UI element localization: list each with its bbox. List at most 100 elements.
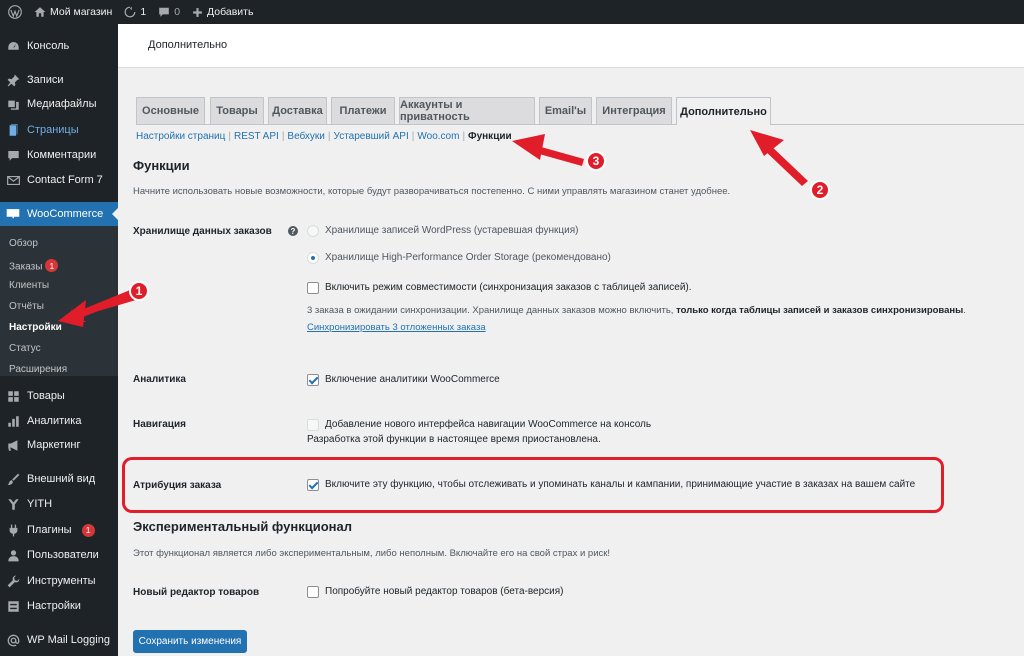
- compat-mode-label: Включить режим совместимости (синхрониза…: [325, 282, 692, 293]
- sync-orders-link[interactable]: Синхронизировать 3 отложенных заказа: [307, 322, 486, 333]
- storage-radio-hpos[interactable]: [307, 252, 319, 264]
- submenu-item-orders[interactable]: Заказы 1: [9, 259, 59, 273]
- sidebar-item-media[interactable]: Медиафайлы: [0, 92, 118, 116]
- subnav-legacy-api[interactable]: Устаревший API: [334, 131, 409, 142]
- attribution-option-label: Включите эту функцию, чтобы отслеживать …: [325, 479, 916, 490]
- settings-icon: [7, 600, 19, 612]
- annotation-arrow-2: [762, 143, 808, 186]
- sidebar-item-contact-form[interactable]: Contact Form 7: [0, 168, 118, 192]
- product-editor-label: Новый редактор товаров: [133, 587, 260, 598]
- subnav-webhooks[interactable]: Вебхуки: [287, 131, 324, 142]
- storage-label: Хранилище данных заказов: [133, 226, 272, 237]
- compat-mode-checkbox[interactable]: [307, 282, 319, 294]
- admin-bar: Мой магазин 1 0 Добавить: [0, 0, 1024, 24]
- annotation-arrow-3: [532, 145, 584, 166]
- sidebar-item-settings[interactable]: Настройки: [0, 594, 118, 618]
- analytics-checkbox[interactable]: [307, 374, 319, 386]
- sync-info: 3 заказа в ожидании синхронизации. Храни…: [307, 305, 966, 316]
- wrench-icon: [7, 575, 19, 587]
- yith-icon: [7, 498, 19, 510]
- product-editor-option-label: Попробуйте новый редактор товаров (бета-…: [325, 586, 564, 597]
- media-icon: [7, 100, 19, 110]
- plugin-icon: [9, 524, 17, 536]
- woocommerce-submenu: Обзор Заказы 1 Клиенты Отчёты Настройки С…: [0, 226, 118, 376]
- subnav-features[interactable]: Функции: [468, 131, 512, 142]
- sidebar-item-wp-mail-logging[interactable]: WP Mail Logging: [0, 628, 118, 652]
- comment-icon: [7, 150, 19, 161]
- attribution-label: Атрибуция заказа: [133, 480, 222, 491]
- submenu-item-reports[interactable]: Отчёты: [9, 301, 44, 312]
- tab-emails[interactable]: Email'ы: [539, 97, 592, 124]
- experimental-title: Экспериментальный функционал: [133, 519, 352, 534]
- sidebar-item-appearance[interactable]: Внешний вид: [0, 467, 118, 491]
- site-name-link[interactable]: Мой магазин: [28, 0, 118, 24]
- sidebar-item-users[interactable]: Пользователи: [0, 543, 118, 567]
- analytics-label: Аналитика: [133, 374, 186, 385]
- subnav-page-setup[interactable]: Настройки страниц: [136, 131, 225, 142]
- current-menu-arrow: [112, 208, 118, 220]
- annotation-marker-1: 1: [129, 281, 149, 301]
- plugins-badge: 1: [81, 523, 95, 537]
- pin-icon: [7, 74, 19, 86]
- updates-icon: [124, 6, 136, 18]
- sidebar-item-tools[interactable]: Инструменты: [0, 569, 118, 593]
- sidebar-item-yith[interactable]: YITH: [0, 492, 118, 516]
- megaphone-icon: [7, 439, 17, 451]
- sidebar-item-products[interactable]: Товары: [0, 384, 118, 408]
- tab-general[interactable]: Основные: [136, 97, 205, 124]
- sidebar-item-marketing[interactable]: Маркетинг: [0, 433, 118, 457]
- sub-navigation: Настройки страниц | REST API | Вебхуки | Устар…: [136, 131, 512, 142]
- save-changes-button[interactable]: Сохранить изменения: [133, 630, 247, 653]
- dashboard-icon: [7, 41, 19, 50]
- attribution-checkbox[interactable]: [307, 479, 319, 491]
- mail-icon: [6, 175, 20, 185]
- svg-text:1: 1: [136, 284, 143, 298]
- tab-advanced[interactable]: Дополнительно: [676, 97, 771, 125]
- comments-count: 0: [174, 6, 181, 18]
- submenu-item-overview[interactable]: Обзор: [9, 238, 38, 249]
- sidebar-item-woocommerce[interactable]: WooCommerce: [0, 202, 118, 226]
- tab-products[interactable]: Товары: [210, 97, 264, 124]
- orders-badge: 1: [45, 259, 59, 272]
- updates-link[interactable]: 1: [118, 0, 152, 24]
- sidebar-item-dashboard[interactable]: Консоль: [0, 34, 118, 58]
- tab-integration[interactable]: Интеграция: [596, 97, 672, 124]
- sidebar-item-posts[interactable]: Записи: [0, 68, 118, 92]
- updates-count: 1: [140, 6, 147, 18]
- submenu-item-extensions[interactable]: Расширения: [9, 364, 67, 375]
- annotation-marker-3: 3: [586, 151, 606, 171]
- subnav-rest-api[interactable]: REST API: [234, 131, 279, 142]
- storage-radio-wordpress[interactable]: [307, 225, 319, 237]
- sidebar-item-pages[interactable]: Страницы: [0, 118, 118, 142]
- analytics-icon: [7, 415, 19, 427]
- experimental-description: Этот функционал является либо эксперимен…: [133, 548, 611, 559]
- subnav-woo-com[interactable]: Woo.com: [417, 131, 459, 142]
- tab-accounts-privacy[interactable]: Аккаунты и приватность: [399, 97, 535, 124]
- features-description: Начните использовать новые возможности, …: [133, 186, 731, 197]
- wordpress-logo-button[interactable]: [2, 0, 28, 24]
- navigation-note: Разработка этой функции в настоящее врем…: [307, 434, 601, 445]
- help-icon[interactable]: ?: [288, 226, 298, 236]
- submenu-item-customers[interactable]: Клиенты: [9, 280, 49, 291]
- comment-icon: [159, 7, 169, 17]
- brush-icon: [7, 473, 19, 485]
- navigation-label: Навигация: [133, 419, 186, 430]
- tab-shipping[interactable]: Доставка: [268, 97, 327, 124]
- sidebar-item-comments[interactable]: Комментарии: [0, 143, 118, 167]
- svg-text:3: 3: [593, 154, 600, 168]
- sidebar-item-plugins[interactable]: Плагины 1: [0, 518, 118, 542]
- tab-payments[interactable]: Платежи: [331, 97, 395, 124]
- add-new-link[interactable]: Добавить: [186, 0, 259, 24]
- submenu-item-status[interactable]: Статус: [9, 343, 41, 354]
- product-editor-checkbox[interactable]: [307, 586, 319, 598]
- sidebar-item-analytics[interactable]: Аналитика: [0, 409, 118, 433]
- plus-icon: [193, 7, 202, 17]
- navigation-checkbox[interactable]: [307, 419, 319, 431]
- wordpress-icon: [8, 5, 22, 19]
- submenu-item-settings[interactable]: Настройки: [9, 322, 62, 333]
- pages-icon: [9, 123, 17, 136]
- site-name: Мой магазин: [50, 6, 113, 18]
- woo-icon: [6, 209, 20, 219]
- comments-link[interactable]: 0: [152, 0, 186, 24]
- at-icon: [7, 634, 19, 646]
